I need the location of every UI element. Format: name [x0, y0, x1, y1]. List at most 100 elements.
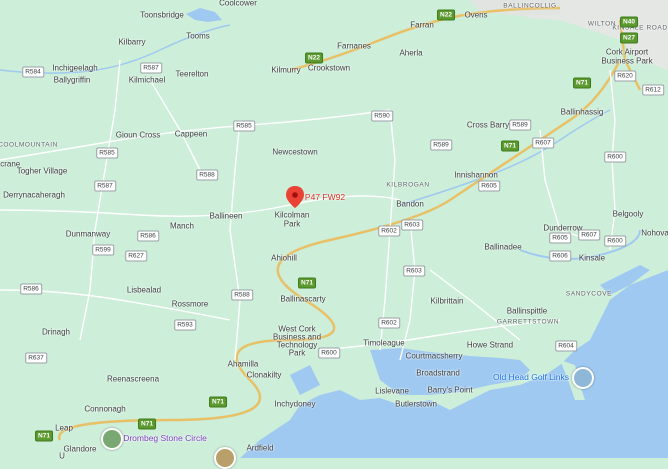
road-shield-n27: N27 — [620, 32, 638, 44]
place-label-togher-village[interactable]: Togher Village — [17, 167, 68, 176]
place-label-ballineen[interactable]: Ballineen — [210, 212, 243, 221]
place-label-kilbarry[interactable]: Kilbarry — [118, 38, 145, 47]
place-label-ardfield[interactable]: Ardfield — [246, 444, 273, 453]
road-shield-n71-c: N71 — [298, 277, 316, 289]
place-label-drinagh[interactable]: Drinagh — [42, 328, 70, 337]
golf-photo-icon[interactable] — [572, 367, 594, 389]
pin-sublabel-1: Kilcolman — [274, 210, 310, 220]
place-label-howe-strand[interactable]: Howe Strand — [467, 341, 513, 350]
road-shield-r586-a: R586 — [137, 230, 159, 242]
place-label-inchydoney[interactable]: Inchydoney — [275, 400, 316, 409]
pin-sublabel-2: Park — [283, 219, 301, 229]
road-shield-r603-b: R603 — [403, 265, 425, 277]
place-label-cross-barry[interactable]: Cross Barry — [467, 121, 509, 130]
road-shield-r587-a: R587 — [140, 62, 162, 74]
place-label-ballincollig[interactable]: BALLINCOLLIG — [503, 3, 556, 10]
place-label-farran[interactable]: Farran — [410, 21, 434, 30]
place-label-business-park[interactable]: Business Park — [601, 57, 652, 66]
pin-label: P47 FW92 — [304, 192, 346, 202]
beach-photo-icon[interactable] — [214, 447, 236, 469]
place-label-ballinadee[interactable]: Ballinadee — [484, 243, 521, 252]
road-shield-r589-a: R589 — [509, 119, 531, 131]
road-shield-r586-b: R586 — [20, 283, 42, 295]
place-label-inchigeelagh[interactable]: Inchigeelagh — [52, 64, 97, 73]
road-shield-r606: R606 — [549, 250, 571, 262]
poi-drombeg-stone-circle[interactable]: Drombeg Stone Circle — [123, 433, 207, 443]
road-shield-r588: R588 — [196, 169, 218, 181]
place-label-broadstrand[interactable]: Broadstrand — [416, 369, 460, 378]
road-shield-n71-a: N71 — [573, 77, 591, 89]
place-label-crookstown[interactable]: Crookstown — [308, 64, 350, 73]
road-shield-n71-f: N71 — [35, 430, 53, 442]
poi-old-head-golf-links[interactable]: Old Head Golf Links — [493, 372, 569, 382]
place-label-unknown-u[interactable]: U — [59, 452, 65, 461]
place-label-derrynacaheragh[interactable]: Derrynacaheragh — [3, 191, 65, 200]
place-label-kilmurry[interactable]: Kilmurry — [271, 66, 300, 75]
place-label-cork-airport[interactable]: Cork Airport — [606, 48, 648, 57]
place-label-innishannon[interactable]: Innishannon — [454, 171, 498, 180]
place-label-kilbrittain[interactable]: Kilbrittain — [431, 297, 464, 306]
road-shield-r603-a: R603 — [401, 219, 423, 231]
place-label-ahamilla[interactable]: Ahamilla — [228, 360, 259, 369]
place-label-west-cork-4[interactable]: Park — [289, 349, 305, 358]
place-label-ovens[interactable]: Ovens — [464, 11, 487, 20]
place-label-ballygriffin[interactable]: Ballygriffin — [54, 76, 91, 85]
road-shield-r585-a: R585 — [233, 120, 255, 132]
place-label-ballinhassig[interactable]: Ballinhassig — [561, 108, 604, 117]
place-label-toons[interactable]: Tooms — [186, 32, 210, 41]
place-label-kilbrogan[interactable]: KILBROGAN — [386, 182, 429, 189]
place-label-coolcower[interactable]: Coolcower — [219, 0, 257, 8]
place-label-aherla[interactable]: Aherla — [399, 49, 422, 58]
place-label-ballinascarty[interactable]: Ballinascarty — [280, 295, 325, 304]
place-label-cappeen[interactable]: Cappeen — [175, 130, 207, 139]
road-shield-n22-b: N22 — [305, 52, 323, 64]
road-shield-r584: R584 — [22, 66, 44, 78]
place-label-farnanes[interactable]: Farnanes — [337, 42, 371, 51]
place-label-rossmore[interactable]: Rossmore — [172, 300, 208, 309]
place-label-reenascreena[interactable]: Reenascreena — [107, 375, 159, 384]
place-label-glandore[interactable]: Glandore — [64, 445, 97, 454]
place-label-manch[interactable]: Manch — [170, 222, 194, 231]
road-shield-r600-a: R600 — [604, 151, 626, 163]
place-label-lislevane[interactable]: Lislevane — [375, 387, 409, 396]
place-label-kinsale[interactable]: Kinsale — [579, 254, 605, 263]
road-shield-r607-b: R607 — [578, 229, 600, 241]
place-label-kilmichael[interactable]: Kilmichael — [129, 76, 165, 85]
place-label-ahiohill[interactable]: Ahiohill — [271, 254, 297, 263]
place-label-dunderrow[interactable]: Dunderrow — [543, 224, 582, 233]
place-label-sandycove[interactable]: SANDYCOVE — [566, 291, 612, 298]
road-shield-r604: R604 — [555, 340, 577, 352]
place-label-butlerstown[interactable]: Butlerstown — [395, 400, 437, 409]
place-label-timoleague[interactable]: Timoleague — [363, 339, 405, 348]
place-label-clonakilty[interactable]: Clonakilty — [247, 371, 282, 380]
place-label-gioun-cross[interactable]: Gioun Cross — [116, 131, 160, 140]
road-shield-r602-a: R602 — [378, 225, 400, 237]
place-label-newcestown[interactable]: Newcestown — [272, 148, 317, 157]
place-label-ballinspittle[interactable]: Ballinspittle — [507, 307, 547, 316]
place-label-wilton[interactable]: WILTON — [588, 21, 616, 28]
place-label-barrys-point[interactable]: Barry's Point — [427, 386, 472, 395]
road-shield-r588-b: R588 — [231, 289, 253, 301]
place-label-toonsbridge[interactable]: Toonsbridge — [140, 11, 184, 20]
road-shield-r605-a: R605 — [478, 180, 500, 192]
road-shield-n71-b: N71 — [501, 140, 519, 152]
stone-circle-photo-icon[interactable] — [101, 428, 123, 450]
place-label-nohova[interactable]: Nohova — [641, 229, 668, 238]
road-shield-n40: N40 — [620, 16, 638, 28]
place-label-dunmanway[interactable]: Dunmanway — [66, 230, 110, 239]
place-label-bandon[interactable]: Bandon — [396, 200, 424, 209]
place-label-courtmacsherry[interactable]: Courtmacsherry — [406, 352, 463, 361]
place-label-coolmountain[interactable]: COOLMOUNTAIN — [0, 142, 58, 149]
place-label-belgooly[interactable]: Belgooly — [613, 210, 644, 219]
place-label-teerelton[interactable]: Teerelton — [176, 70, 209, 79]
place-label-garrettstown[interactable]: GARRETTSTOWN — [497, 319, 559, 326]
road-shield-r627: R627 — [125, 250, 147, 262]
road-shield-n22-a: N22 — [437, 9, 455, 21]
road-shield-r602-b: R602 — [378, 317, 400, 329]
place-label-lisbealad[interactable]: Lisbealad — [127, 286, 161, 295]
road-shield-r587-b: R587 — [94, 180, 116, 192]
place-label-connonagh[interactable]: Connonagh — [84, 405, 125, 414]
road-shield-r612: R612 — [642, 84, 664, 96]
road-shield-r600-c: R600 — [318, 347, 340, 359]
place-label-leap[interactable]: Leap — [55, 424, 73, 433]
